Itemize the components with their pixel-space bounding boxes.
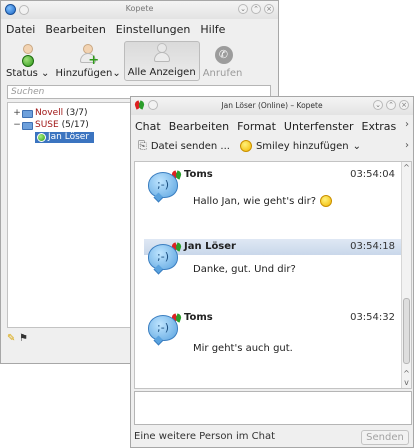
main-window-title: Kopete bbox=[125, 4, 154, 13]
add-contact-button[interactable]: + Hinzufügen⌄ bbox=[52, 41, 123, 81]
message-header: Jan Löser 03:54:18 bbox=[144, 239, 401, 255]
folder-icon bbox=[22, 109, 33, 118]
show-all-button[interactable]: Alle Anzeigen bbox=[123, 41, 200, 81]
add-smiley-button[interactable]: Smiley hinzufügen ⌄ bbox=[237, 140, 364, 152]
flag-icon[interactable]: ⚑ bbox=[19, 334, 28, 344]
smiley-avatar-icon: ;-) bbox=[148, 172, 178, 198]
chat-history[interactable]: Toms 03:54:04 ;-) Hallo Jan, wie geht's … bbox=[134, 161, 412, 389]
message-body: Hallo Jan, wie geht's dir? bbox=[193, 195, 333, 207]
smiley-avatar-icon: ;-) bbox=[148, 315, 178, 341]
send-file-button[interactable]: ⎘ Datei senden ... bbox=[135, 139, 233, 153]
smiley-avatar-icon: ;-) bbox=[148, 244, 178, 270]
maximize-icon[interactable]: ⌃ bbox=[251, 4, 261, 14]
send-button[interactable]: Senden bbox=[361, 430, 409, 445]
message-header: Toms 03:54:32 bbox=[144, 310, 401, 326]
group-row-novell[interactable]: + Novell (3/7) bbox=[12, 108, 88, 119]
online-status-icon bbox=[37, 133, 46, 142]
group-label: SUSE bbox=[35, 120, 59, 130]
call-button[interactable]: ✆ Anrufen bbox=[200, 41, 246, 81]
maximize-icon[interactable]: ⌃ bbox=[386, 100, 396, 110]
group-count: (5/17) bbox=[61, 120, 89, 130]
message-time: 03:54:18 bbox=[350, 241, 395, 252]
scroll-up-icon[interactable]: ^ bbox=[402, 163, 411, 172]
group-row-suse[interactable]: − SUSE (5/17) bbox=[12, 120, 89, 131]
menu-extras[interactable]: Extras bbox=[358, 118, 401, 136]
minimize-icon[interactable]: ⌄ bbox=[373, 100, 383, 110]
menu-einstellungen[interactable]: Einstellungen bbox=[111, 21, 196, 39]
add-user-icon: + bbox=[77, 44, 99, 67]
menu-format[interactable]: Format bbox=[233, 118, 280, 136]
chat-scrollbar[interactable]: ^ ^ v bbox=[401, 162, 411, 388]
main-bottom-bar: ✎ ⚑ bbox=[7, 331, 28, 347]
chat-titlebar[interactable]: Jan Löser (Online) – Kopete ⌄ ⌃ × bbox=[131, 97, 413, 115]
message-sender: Toms bbox=[184, 312, 213, 323]
chat-toolbar: ⎘ Datei senden ... Smiley hinzufügen ⌄ bbox=[135, 137, 364, 155]
message-sender: Toms bbox=[184, 169, 213, 180]
scroll-down-icon[interactable]: v bbox=[402, 378, 411, 387]
message-time: 03:54:04 bbox=[350, 169, 395, 180]
status-button[interactable]: Status ⌄ bbox=[3, 41, 52, 81]
chat-window-title: Jan Löser (Online) – Kopete bbox=[221, 101, 323, 110]
expand-icon[interactable]: + bbox=[12, 108, 22, 119]
message-sender: Jan Löser bbox=[184, 241, 236, 252]
message-time: 03:54:32 bbox=[350, 312, 395, 323]
chat-status-text: Eine weitere Person im Chat bbox=[134, 431, 276, 442]
minimize-icon[interactable]: ⌄ bbox=[238, 4, 248, 14]
menu-bearbeiten[interactable]: Bearbeiten bbox=[165, 118, 233, 136]
status-icon bbox=[17, 44, 39, 67]
contact-name: Jan Löser bbox=[48, 132, 90, 142]
message-input[interactable] bbox=[134, 391, 412, 425]
smiley-icon bbox=[320, 195, 333, 207]
menu-datei[interactable]: Datei bbox=[1, 21, 40, 39]
users-icon bbox=[151, 43, 173, 65]
message-header: Toms 03:54:04 bbox=[144, 167, 401, 183]
main-menubar: Datei Bearbeiten Einstellungen Hilfe bbox=[1, 21, 230, 39]
menu-chat[interactable]: Chat bbox=[131, 118, 165, 136]
scroll-up-icon[interactable]: ^ bbox=[402, 369, 411, 378]
close-icon[interactable]: × bbox=[399, 100, 409, 110]
phone-icon: ✆ bbox=[212, 44, 234, 66]
message-body: Danke, gut. Und dir? bbox=[193, 264, 296, 275]
main-titlebar[interactable]: Kopete ⌄ ⌃ × bbox=[1, 1, 278, 19]
collapse-icon[interactable]: − bbox=[12, 120, 22, 131]
close-icon[interactable]: × bbox=[264, 4, 274, 14]
menu-bearbeiten[interactable]: Bearbeiten bbox=[40, 21, 110, 39]
menu-overflow-icon[interactable]: › bbox=[405, 119, 409, 130]
chat-window: Jan Löser (Online) – Kopete ⌄ ⌃ × Chat B… bbox=[130, 96, 414, 448]
menu-unterfenster[interactable]: Unterfenster bbox=[280, 118, 358, 136]
contact-row-jan[interactable]: Jan Löser bbox=[35, 132, 95, 143]
smiley-icon bbox=[239, 140, 252, 152]
message-body: Mir geht's auch gut. bbox=[193, 343, 293, 354]
group-label: Novell bbox=[35, 108, 64, 118]
edit-icon[interactable]: ✎ bbox=[7, 334, 16, 344]
paperclip-icon: ⎘ bbox=[138, 139, 147, 152]
chat-menubar: Chat Bearbeiten Format Unterfenster Extr… bbox=[131, 118, 400, 136]
toolbar-overflow-icon[interactable]: › bbox=[405, 140, 409, 151]
scrollbar-thumb[interactable] bbox=[403, 298, 410, 364]
main-toolbar: Status ⌄ + Hinzufügen⌄ Alle Anzeigen ✆ A… bbox=[3, 41, 245, 81]
group-count: (3/7) bbox=[65, 108, 88, 118]
folder-icon bbox=[22, 121, 33, 130]
menu-hilfe[interactable]: Hilfe bbox=[195, 21, 230, 39]
chevron-down-icon: ⌄ bbox=[352, 140, 361, 152]
